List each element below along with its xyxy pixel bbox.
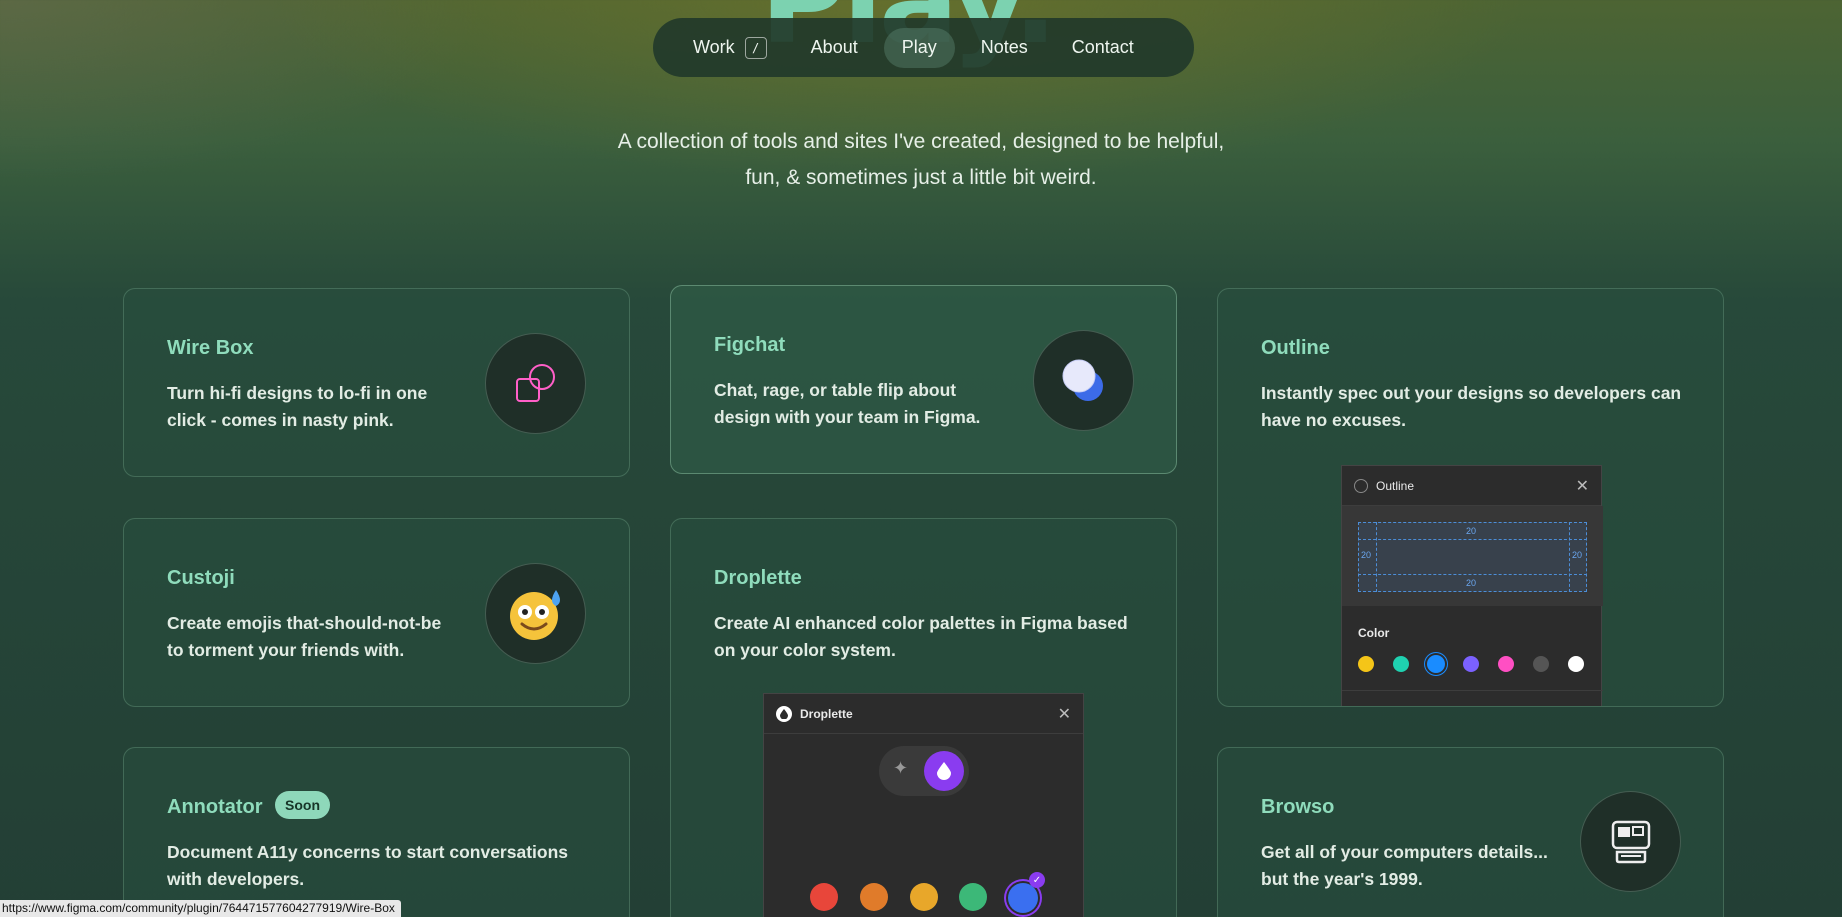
droplette-plugin-panel: Droplette ✕ ✦ ✓ [763, 693, 1084, 917]
card-desc: Instantly spec out your designs so devel… [1261, 383, 1682, 430]
card-title: Wire Box [167, 337, 254, 359]
emoji-icon [485, 563, 586, 664]
color-swatch[interactable] [1463, 656, 1479, 672]
spacing-left: 20 [1361, 550, 1372, 560]
nav-work-label: Work [693, 37, 735, 57]
card-desc: Document A11y concerns to start conversa… [167, 842, 569, 889]
spacing-preview: 20 20 20 20 [1342, 506, 1603, 606]
card-desc: Turn hi-fi designs to lo-fi in one click … [167, 383, 428, 430]
panel-title: Droplette [800, 706, 853, 721]
outline-plugin-panel: Outline ✕ 20 20 20 20 Color [1341, 465, 1603, 706]
card-desc: Create emojis that-should-not-be to torme… [167, 613, 442, 660]
intro-line-2: fun, & sometimes just a little bit weird… [745, 166, 1097, 189]
nav-play[interactable]: Play [883, 27, 955, 68]
nav-about[interactable]: About [793, 28, 876, 68]
card-annotator[interactable]: Annotator Soon Document A11y concerns to… [123, 747, 630, 917]
outline-logo-icon [1354, 478, 1368, 493]
intro-line-1: A collection of tools and sites I've cre… [617, 130, 1225, 153]
card-title: Outline [1261, 337, 1330, 359]
palette-swatch[interactable] [959, 883, 987, 911]
color-swatch[interactable] [1533, 656, 1549, 672]
mode-toggle[interactable]: ✦ [879, 746, 969, 796]
card-title: Custoji [167, 567, 235, 589]
panel-header: Droplette ✕ [764, 694, 1083, 734]
soon-badge: Soon [275, 791, 330, 819]
spacing-top: 20 [1466, 526, 1477, 536]
card-title: Annotator [167, 796, 263, 818]
shortcut-key: / [744, 36, 767, 59]
nav-contact[interactable]: Contact [1054, 28, 1152, 68]
color-swatch[interactable] [1568, 656, 1584, 672]
color-swatch[interactable] [1358, 656, 1374, 672]
card-figchat[interactable]: Figchat Chat, rage, or table flip about d… [670, 285, 1177, 474]
card-custoji[interactable]: Custoji Create emojis that-should-not-be… [123, 518, 630, 707]
droplet-icon[interactable] [924, 751, 964, 791]
retro-computer-icon [1580, 791, 1681, 892]
card-desc: Chat, rage, or table flip about design wi… [714, 380, 981, 427]
palette-swatch[interactable] [810, 883, 838, 911]
card-outline[interactable]: Outline Instantly spec out your designs … [1217, 288, 1724, 707]
card-title: Figchat [714, 334, 786, 356]
card-droplette[interactable]: Droplette Create AI enhanced color palet… [670, 518, 1177, 917]
chat-bubbles-icon [1033, 330, 1134, 431]
card-desc: Get all of your computers details... but … [1261, 842, 1548, 889]
nav-notes[interactable]: Notes [963, 28, 1046, 68]
droplette-logo-icon [776, 705, 792, 722]
card-browso[interactable]: Browso Get all of your computers details… [1217, 747, 1724, 917]
card-title: Browso [1261, 796, 1335, 818]
panel-header: Outline ✕ [1342, 466, 1601, 506]
color-swatch[interactable] [1393, 656, 1409, 672]
palette-swatch[interactable] [860, 883, 888, 911]
close-icon[interactable]: ✕ [1576, 476, 1589, 496]
top-nav: Work / About Play Notes Contact [653, 18, 1194, 77]
palette-swatch[interactable] [910, 883, 938, 911]
status-bar-url: https://www.figma.com/community/plugin/7… [0, 900, 401, 917]
intro-text: A collection of tools and sites I've cre… [560, 124, 1282, 196]
spacing-bottom: 20 [1466, 578, 1477, 588]
panel-title: Outline [1376, 478, 1415, 493]
card-wire-box[interactable]: Wire Box Turn hi-fi designs to lo-fi in … [123, 288, 630, 477]
nav-work[interactable]: Work / [675, 28, 785, 68]
color-swatch-selected[interactable] [1427, 655, 1445, 673]
check-icon: ✓ [1029, 872, 1045, 888]
card-title: Droplette [714, 567, 802, 589]
sparkle-icon[interactable]: ✦ [893, 758, 908, 779]
color-label: Color [1358, 626, 1390, 640]
wire-box-icon [485, 333, 586, 434]
color-swatch[interactable] [1498, 656, 1514, 672]
close-icon[interactable]: ✕ [1058, 704, 1071, 724]
card-desc: Create AI enhanced color palettes in Fig… [714, 613, 1128, 660]
spacing-right: 20 [1572, 550, 1583, 560]
